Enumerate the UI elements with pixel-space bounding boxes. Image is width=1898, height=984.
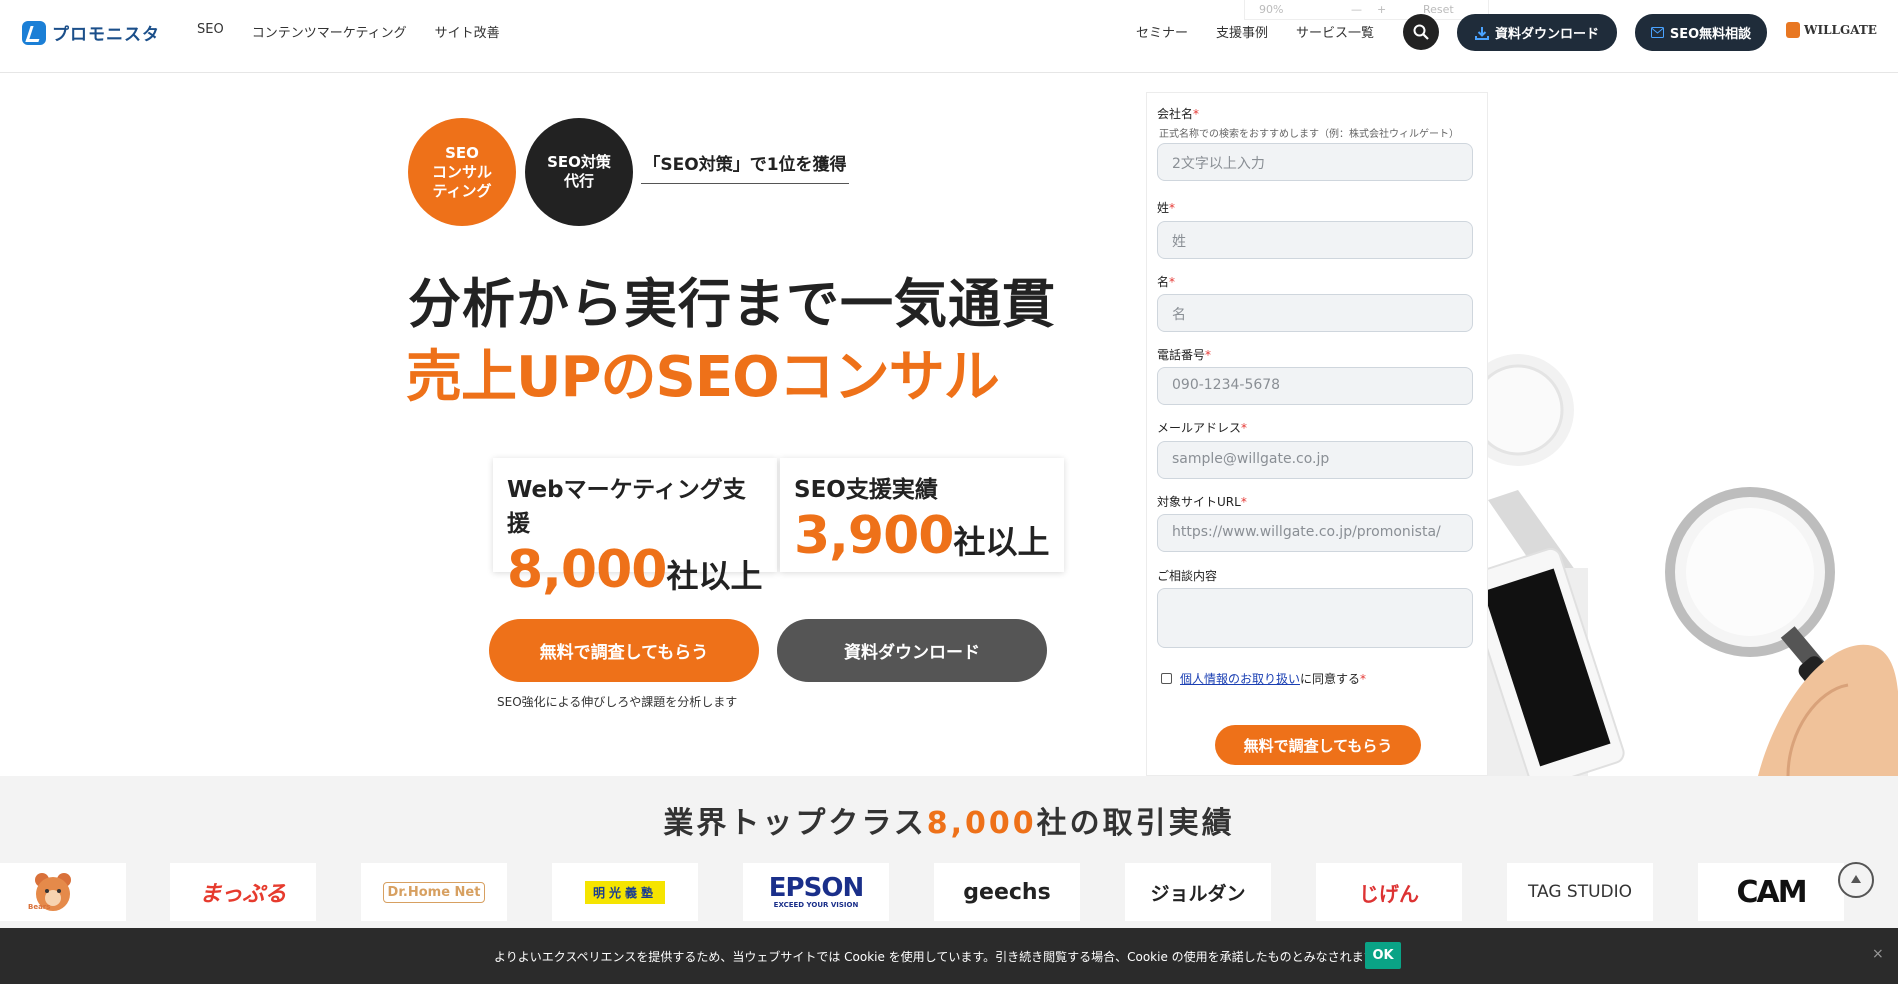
- stat-unit: 社以上: [953, 523, 1050, 561]
- seo-consultation-button[interactable]: SEO無料相談: [1635, 14, 1767, 51]
- stat-web-marketing: Webマーケティング支援 8,000社以上: [493, 458, 777, 600]
- stat-unit: 社以上: [666, 557, 763, 595]
- willgate-name: WILLGATE: [1804, 23, 1877, 37]
- zoom-reset-button[interactable]: Reset: [1423, 3, 1454, 16]
- zoom-level: 90%: [1259, 3, 1284, 16]
- page: プロモニスタ SEO コンテンツマーケティング サイト改善 90% — + Re…: [0, 0, 1898, 984]
- company-input[interactable]: 2文字以上入力: [1157, 143, 1473, 181]
- promonista-logo[interactable]: プロモニスタ: [22, 20, 160, 45]
- nav-seminar[interactable]: セミナー: [1136, 22, 1188, 41]
- close-icon[interactable]: ×: [1872, 946, 1884, 962]
- email-label: メールアドレス*: [1157, 421, 1248, 435]
- badge-seo-consulting: SEO コンサル ティング: [408, 118, 516, 226]
- willgate-mark-icon: [1786, 22, 1800, 38]
- free-audit-button[interactable]: 無料で調査してもらう: [489, 619, 759, 682]
- hero-subheadline: 売上UPのSEOコンサル: [406, 345, 1000, 410]
- client-logo-bears: Bears: [0, 863, 126, 921]
- client-logo-mappuru: まっぷる: [170, 863, 316, 921]
- badge-seo-service: SEO対策 代行: [525, 118, 633, 226]
- search-button[interactable]: [1403, 14, 1439, 50]
- secondary-nav: セミナー 支援事例 サービス一覧: [1136, 22, 1374, 41]
- company-label: 会社名*: [1157, 107, 1200, 121]
- download-button-label: 資料ダウンロード: [1494, 27, 1599, 42]
- url-input[interactable]: https://www.willgate.co.jp/promonista/: [1157, 514, 1473, 552]
- client-logo-zigexn: じげん: [1316, 863, 1462, 921]
- cookie-message: よりよいエクスペリエンスを提供するため、当ウェブサイトでは Cookie を使用…: [494, 950, 1387, 964]
- back-to-top-button[interactable]: [1838, 862, 1874, 898]
- logo-text: プロモニスタ: [52, 25, 160, 45]
- zoom-control: 90% — + Reset: [1244, 0, 1489, 20]
- site-header: プロモニスタ SEO コンテンツマーケティング サイト改善 90% — + Re…: [0, 0, 1898, 73]
- form-submit-button[interactable]: 無料で調査してもらう: [1215, 725, 1421, 765]
- cookie-ok-button[interactable]: OK: [1365, 942, 1401, 969]
- privacy-checkbox[interactable]: [1161, 673, 1172, 684]
- client-logo-drhomenet: Dr.Home Net: [361, 863, 507, 921]
- willgate-logo[interactable]: WILLGATE: [1786, 22, 1877, 38]
- first-name-label: 名*: [1157, 275, 1176, 289]
- stat-seo-support: SEO支援実績 3,900社以上: [780, 458, 1064, 572]
- phone-input[interactable]: 090-1234-5678: [1157, 367, 1473, 405]
- magnifier-illustration: [1488, 354, 1898, 776]
- download-materials-button[interactable]: 資料ダウンロード: [1457, 14, 1617, 51]
- zoom-in-button[interactable]: +: [1377, 3, 1386, 16]
- client-logo-tagstudio: TAG STUDIO: [1507, 863, 1653, 921]
- last-name-input[interactable]: 姓: [1157, 221, 1473, 259]
- client-logo-jorudan: ジョルダン: [1125, 863, 1271, 921]
- email-input[interactable]: sample@willgate.co.jp: [1157, 441, 1473, 479]
- stat-title: SEO支援実績: [794, 477, 938, 503]
- primary-nav: SEO コンテンツマーケティング サイト改善: [197, 22, 500, 41]
- client-logo-geechs: geechs: [934, 863, 1080, 921]
- company-help: 正式名称での検索をおすすめします（例：株式会社ウィルゲート）: [1159, 129, 1459, 140]
- first-name-input[interactable]: 名: [1157, 294, 1473, 332]
- nav-services[interactable]: サービス一覧: [1296, 22, 1374, 41]
- search-icon: [1413, 24, 1429, 40]
- contact-form: 会社名* 正式名称での検索をおすすめします（例：株式会社ウィルゲート） 2文字以…: [1146, 92, 1488, 776]
- stat-title: Webマーケティング支援: [507, 477, 746, 537]
- privacy-consent: 個人情報のお取り扱いに同意する*: [1161, 670, 1366, 687]
- download-button[interactable]: 資料ダウンロード: [777, 619, 1047, 682]
- download-icon: [1474, 26, 1489, 40]
- hero-headline: 分析から実行まで一気通貫: [408, 274, 1056, 335]
- message-label: ご相談内容: [1157, 569, 1218, 583]
- logo-icon: [22, 20, 46, 45]
- stat-number: 8,000: [507, 540, 667, 600]
- message-textarea[interactable]: [1157, 588, 1473, 648]
- arrow-up-icon: [1851, 875, 1861, 883]
- nav-seo[interactable]: SEO: [197, 22, 224, 41]
- last-name-label: 姓*: [1157, 201, 1176, 215]
- hero-tagline: 「SEO対策」で1位を獲得: [641, 150, 849, 184]
- privacy-link[interactable]: 個人情報のお取り扱い: [1180, 672, 1300, 686]
- cookie-banner: よりよいエクスペリエンスを提供するため、当ウェブサイトでは Cookie を使用…: [0, 928, 1898, 984]
- client-logo-epson: EPSON EXCEED YOUR VISION: [743, 863, 889, 921]
- client-logo-meiko: 明光義塾: [552, 863, 698, 921]
- stat-number: 3,900: [794, 506, 954, 566]
- nav-case-studies[interactable]: 支援事例: [1216, 22, 1268, 41]
- zoom-out-button[interactable]: —: [1351, 3, 1362, 16]
- client-logo-cam: CAM: [1698, 863, 1844, 921]
- cta-note: SEO強化による伸びしろや課題を分析します: [497, 695, 738, 709]
- clients-title: 業界トップクラス8,000社の取引実績: [663, 806, 1235, 841]
- nav-site-improvement[interactable]: サイト改善: [435, 22, 500, 41]
- privacy-text: 個人情報のお取り扱いに同意する*: [1180, 672, 1367, 686]
- phone-label: 電話番号*: [1157, 348, 1212, 362]
- url-label: 対象サイトURL*: [1157, 495, 1247, 509]
- nav-content-marketing[interactable]: コンテンツマーケティング: [252, 22, 407, 41]
- seo-button-label: SEO無料相談: [1669, 27, 1752, 42]
- mail-icon: [1650, 27, 1664, 38]
